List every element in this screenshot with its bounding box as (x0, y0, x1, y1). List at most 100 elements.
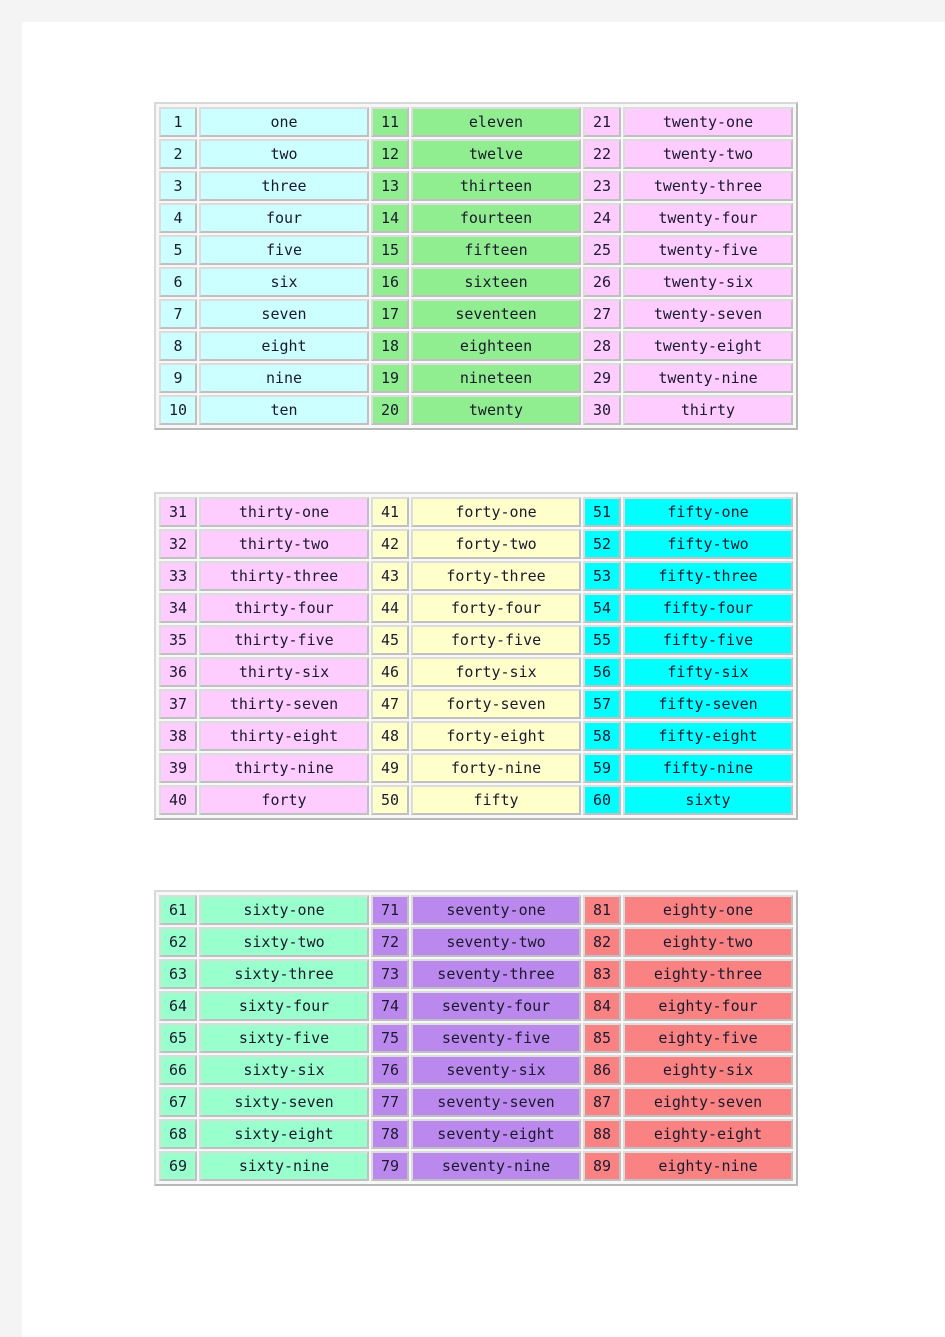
word-cell: four (199, 203, 369, 233)
word-cell: seventy-one (411, 895, 581, 925)
table-row: 10 ten 20 twenty 30 thirty (159, 395, 793, 425)
table-row: 37 thirty-seven 47 forty-seven 57 fifty-seven (159, 689, 793, 719)
word-cell: forty-eight (411, 721, 581, 751)
number-cell: 52 (583, 529, 621, 559)
word-cell: seventeen (411, 299, 581, 329)
word-cell: thirty-nine (199, 753, 369, 783)
word-cell: forty-seven (411, 689, 581, 719)
number-cell: 50 (371, 785, 409, 815)
word-cell: thirty-one (199, 497, 369, 527)
word-cell: twenty-three (623, 171, 793, 201)
word-cell: seventy-two (411, 927, 581, 957)
table-row: 40 forty 50 fifty 60 sixty (159, 785, 793, 815)
word-cell: twenty-four (623, 203, 793, 233)
number-cell: 23 (583, 171, 621, 201)
table-row: 67 sixty-seven 77 seventy-seven 87 eighty-sev… (159, 1087, 793, 1117)
number-table-2: 31 thirty-one 41 forty-one 51 fifty-one 32 thir… (154, 492, 798, 820)
table-row: 65 sixty-five 75 seventy-five 85 eighty-five (159, 1023, 793, 1053)
number-cell: 39 (159, 753, 197, 783)
word-cell: twenty-six (623, 267, 793, 297)
word-cell: thirty-six (199, 657, 369, 687)
word-cell: thirty (623, 395, 793, 425)
number-cell: 88 (583, 1119, 621, 1149)
numbers-1-to-30: 1 one 11 eleven 21 twenty-one 2 two 12 twelve 22 tw… (157, 105, 795, 427)
table-row: 31 thirty-one 41 forty-one 51 fifty-one (159, 497, 793, 527)
word-cell: twenty-nine (623, 363, 793, 393)
table-row: 36 thirty-six 46 forty-six 56 fifty-six (159, 657, 793, 687)
number-cell: 67 (159, 1087, 197, 1117)
word-cell: sixty-one (199, 895, 369, 925)
word-cell: fifteen (411, 235, 581, 265)
word-cell: sixty-five (199, 1023, 369, 1053)
word-cell: sixty-seven (199, 1087, 369, 1117)
word-cell: forty-nine (411, 753, 581, 783)
number-cell: 72 (371, 927, 409, 957)
number-cell: 56 (583, 657, 621, 687)
number-cell: 49 (371, 753, 409, 783)
number-cell: 35 (159, 625, 197, 655)
table-row: 69 sixty-nine 79 seventy-nine 89 eighty-nine (159, 1151, 793, 1181)
word-cell: three (199, 171, 369, 201)
word-cell: seventy-seven (411, 1087, 581, 1117)
table-row: 61 sixty-one 71 seventy-one 81 eighty-one (159, 895, 793, 925)
word-cell: forty-one (411, 497, 581, 527)
word-cell: thirty-two (199, 529, 369, 559)
number-cell: 57 (583, 689, 621, 719)
number-cell: 79 (371, 1151, 409, 1181)
number-cell: 40 (159, 785, 197, 815)
table-row: 8 eight 18 eighteen 28 twenty-eight (159, 331, 793, 361)
number-cell: 69 (159, 1151, 197, 1181)
word-cell: five (199, 235, 369, 265)
word-cell: forty-two (411, 529, 581, 559)
word-cell: fifty-four (623, 593, 793, 623)
number-cell: 53 (583, 561, 621, 591)
number-cell: 42 (371, 529, 409, 559)
word-cell: twenty-two (623, 139, 793, 169)
number-cell: 86 (583, 1055, 621, 1085)
table-row: 68 sixty-eight 78 seventy-eight 88 eighty-eig… (159, 1119, 793, 1149)
word-cell: eighty-two (623, 927, 793, 957)
word-cell: thirty-four (199, 593, 369, 623)
number-cell: 29 (583, 363, 621, 393)
number-cell: 76 (371, 1055, 409, 1085)
number-cell: 7 (159, 299, 197, 329)
number-cell: 59 (583, 753, 621, 783)
word-cell: one (199, 107, 369, 137)
number-cell: 62 (159, 927, 197, 957)
word-cell: eighty-four (623, 991, 793, 1021)
word-cell: ten (199, 395, 369, 425)
word-cell: fifty-five (623, 625, 793, 655)
number-cell: 75 (371, 1023, 409, 1053)
number-cell: 55 (583, 625, 621, 655)
number-table-3: 61 sixty-one 71 seventy-one 81 eighty-one 62 si… (154, 890, 798, 1186)
table-row: 66 sixty-six 76 seventy-six 86 eighty-six (159, 1055, 793, 1085)
number-cell: 30 (583, 395, 621, 425)
number-cell: 25 (583, 235, 621, 265)
document-page: 1 one 11 eleven 21 twenty-one 2 two 12 twelve 22 tw… (22, 22, 945, 1337)
table-row: 1 one 11 eleven 21 twenty-one (159, 107, 793, 137)
table-row: 32 thirty-two 42 forty-two 52 fifty-two (159, 529, 793, 559)
word-cell: fifty-two (623, 529, 793, 559)
word-cell: eighty-nine (623, 1151, 793, 1181)
word-cell: forty-four (411, 593, 581, 623)
table-row: 3 three 13 thirteen 23 twenty-three (159, 171, 793, 201)
table-row: 33 thirty-three 43 forty-three 53 fifty-three (159, 561, 793, 591)
table-row: 63 sixty-three 73 seventy-three 83 eighty-thr… (159, 959, 793, 989)
word-cell: fifty-six (623, 657, 793, 687)
numbers-31-to-60: 31 thirty-one 41 forty-one 51 fifty-one 32 thir… (157, 495, 795, 817)
number-cell: 84 (583, 991, 621, 1021)
word-cell: eighty-six (623, 1055, 793, 1085)
number-cell: 41 (371, 497, 409, 527)
number-cell: 14 (371, 203, 409, 233)
word-cell: twenty (411, 395, 581, 425)
number-cell: 32 (159, 529, 197, 559)
number-cell: 33 (159, 561, 197, 591)
number-cell: 28 (583, 331, 621, 361)
table-row: 38 thirty-eight 48 forty-eight 58 fifty-eight (159, 721, 793, 751)
word-cell: sixty-eight (199, 1119, 369, 1149)
word-cell: twenty-eight (623, 331, 793, 361)
word-cell: sixteen (411, 267, 581, 297)
number-cell: 24 (583, 203, 621, 233)
number-cell: 61 (159, 895, 197, 925)
page-left-strip (0, 0, 22, 1337)
